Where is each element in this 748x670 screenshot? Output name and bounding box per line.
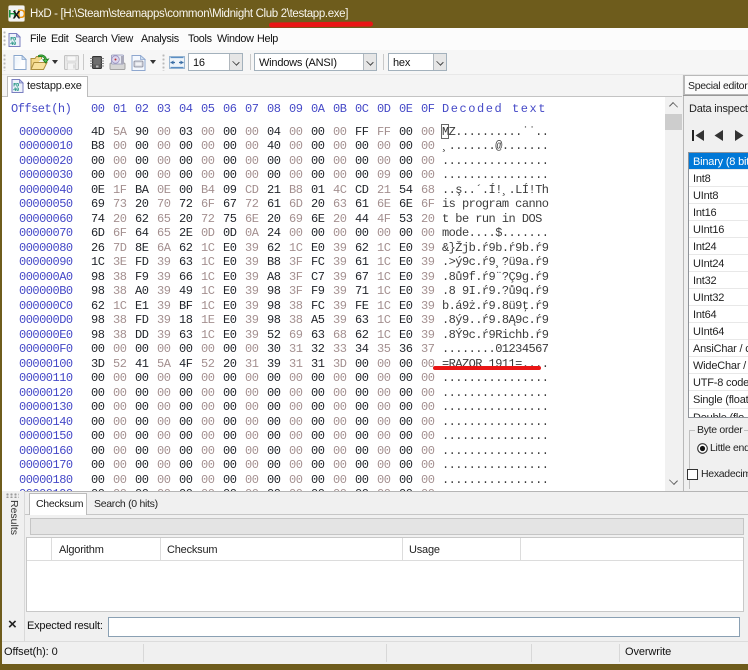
svg-text:x: x [13, 6, 21, 22]
svg-text:40: 40 [10, 41, 16, 47]
svg-text:40: 40 [13, 87, 19, 93]
